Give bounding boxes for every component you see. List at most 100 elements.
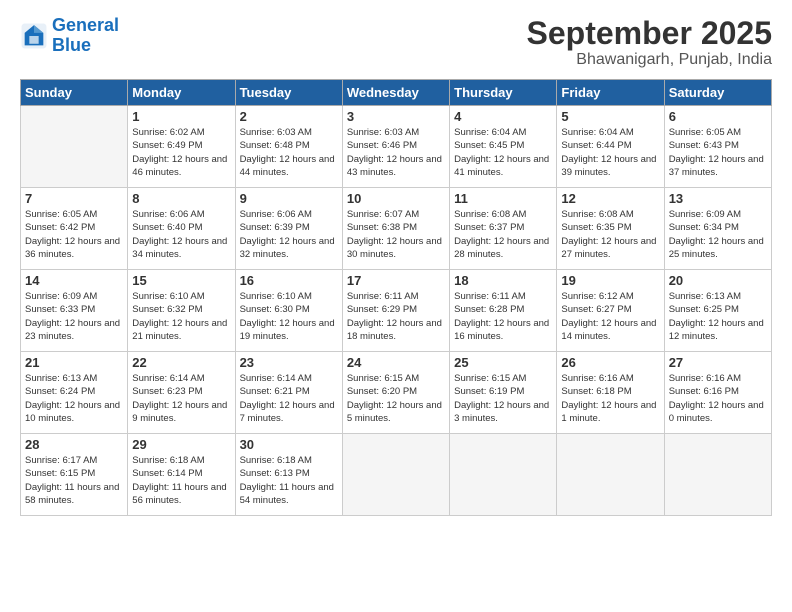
- day-number: 23: [240, 355, 338, 370]
- week-row-4: 28Sunrise: 6:17 AMSunset: 6:15 PMDayligh…: [21, 434, 772, 516]
- day-number: 19: [561, 273, 659, 288]
- calendar-cell: [450, 434, 557, 516]
- header-cell-monday: Monday: [128, 80, 235, 106]
- day-number: 4: [454, 109, 552, 124]
- day-number: 26: [561, 355, 659, 370]
- calendar-cell: 4 Sunrise: 6:04 AMSunset: 6:45 PMDaylight…: [450, 106, 557, 188]
- calendar-cell: [557, 434, 664, 516]
- cell-info: Sunrise: 6:07 AMSunset: 6:38 PMDaylight:…: [347, 208, 445, 261]
- day-number: 16: [240, 273, 338, 288]
- header-cell-sunday: Sunday: [21, 80, 128, 106]
- cell-info: Sunrise: 6:16 AMSunset: 6:18 PMDaylight:…: [561, 372, 659, 425]
- calendar-cell: 15 Sunrise: 6:10 AMSunset: 6:32 PMDayligh…: [128, 270, 235, 352]
- logo-text: General Blue: [52, 16, 119, 56]
- cell-info: Sunrise: 6:05 AMSunset: 6:42 PMDaylight:…: [25, 208, 123, 261]
- cell-info: Sunrise: 6:16 AMSunset: 6:16 PMDaylight:…: [669, 372, 767, 425]
- calendar-cell: 2 Sunrise: 6:03 AMSunset: 6:48 PMDaylight…: [235, 106, 342, 188]
- calendar-cell: 12Sunrise: 6:08 AMSunset: 6:35 PMDayligh…: [557, 188, 664, 270]
- day-number: 30: [240, 437, 338, 452]
- cell-info: Sunrise: 6:10 AMSunset: 6:30 PMDaylight:…: [240, 290, 338, 343]
- day-number: 1: [132, 109, 230, 124]
- calendar-cell: 25 Sunrise: 6:15 AMSunset: 6:19 PMDayligh…: [450, 352, 557, 434]
- logo-icon: [20, 22, 48, 50]
- day-number: 11: [454, 191, 552, 206]
- month-title: September 2025: [527, 16, 772, 51]
- day-number: 9: [240, 191, 338, 206]
- calendar-cell: 5 Sunrise: 6:04 AMSunset: 6:44 PMDaylight…: [557, 106, 664, 188]
- page: General Blue September 2025 Bhawanigarh,…: [0, 0, 792, 612]
- calendar-table: SundayMondayTuesdayWednesdayThursdayFrid…: [20, 79, 772, 516]
- header-cell-saturday: Saturday: [664, 80, 771, 106]
- cell-info: Sunrise: 6:13 AMSunset: 6:25 PMDaylight:…: [669, 290, 767, 343]
- cell-info: Sunrise: 6:03 AMSunset: 6:46 PMDaylight:…: [347, 126, 445, 179]
- calendar-cell: 11 Sunrise: 6:08 AMSunset: 6:37 PMDayligh…: [450, 188, 557, 270]
- header-row: SundayMondayTuesdayWednesdayThursdayFrid…: [21, 80, 772, 106]
- cell-info: Sunrise: 6:14 AMSunset: 6:23 PMDaylight:…: [132, 372, 230, 425]
- calendar-cell: 23 Sunrise: 6:14 AMSunset: 6:21 PMDayligh…: [235, 352, 342, 434]
- day-number: 13: [669, 191, 767, 206]
- calendar-cell: 16 Sunrise: 6:10 AMSunset: 6:30 PMDayligh…: [235, 270, 342, 352]
- day-number: 29: [132, 437, 230, 452]
- week-row-0: 1 Sunrise: 6:02 AMSunset: 6:49 PMDaylight…: [21, 106, 772, 188]
- cell-info: Sunrise: 6:03 AMSunset: 6:48 PMDaylight:…: [240, 126, 338, 179]
- day-number: 7: [25, 191, 123, 206]
- day-number: 8: [132, 191, 230, 206]
- header-cell-friday: Friday: [557, 80, 664, 106]
- cell-info: Sunrise: 6:13 AMSunset: 6:24 PMDaylight:…: [25, 372, 123, 425]
- header: General Blue September 2025 Bhawanigarh,…: [20, 16, 772, 69]
- calendar-cell: 8 Sunrise: 6:06 AMSunset: 6:40 PMDaylight…: [128, 188, 235, 270]
- cell-info: Sunrise: 6:14 AMSunset: 6:21 PMDaylight:…: [240, 372, 338, 425]
- week-row-1: 7 Sunrise: 6:05 AMSunset: 6:42 PMDaylight…: [21, 188, 772, 270]
- calendar-cell: 21 Sunrise: 6:13 AMSunset: 6:24 PMDayligh…: [21, 352, 128, 434]
- calendar-cell: 7 Sunrise: 6:05 AMSunset: 6:42 PMDaylight…: [21, 188, 128, 270]
- day-number: 17: [347, 273, 445, 288]
- cell-info: Sunrise: 6:18 AMSunset: 6:13 PMDaylight:…: [240, 454, 338, 507]
- day-number: 20: [669, 273, 767, 288]
- day-number: 15: [132, 273, 230, 288]
- calendar-cell: 17Sunrise: 6:11 AMSunset: 6:29 PMDayligh…: [342, 270, 449, 352]
- day-number: 3: [347, 109, 445, 124]
- week-row-2: 14Sunrise: 6:09 AMSunset: 6:33 PMDayligh…: [21, 270, 772, 352]
- day-number: 24: [347, 355, 445, 370]
- cell-info: Sunrise: 6:17 AMSunset: 6:15 PMDaylight:…: [25, 454, 123, 507]
- calendar-cell: 24 Sunrise: 6:15 AMSunset: 6:20 PMDayligh…: [342, 352, 449, 434]
- day-number: 27: [669, 355, 767, 370]
- calendar-cell: 22 Sunrise: 6:14 AMSunset: 6:23 PMDayligh…: [128, 352, 235, 434]
- cell-info: Sunrise: 6:08 AMSunset: 6:37 PMDaylight:…: [454, 208, 552, 261]
- day-number: 22: [132, 355, 230, 370]
- calendar-cell: 26 Sunrise: 6:16 AMSunset: 6:18 PMDayligh…: [557, 352, 664, 434]
- location-title: Bhawanigarh, Punjab, India: [527, 51, 772, 69]
- cell-info: Sunrise: 6:04 AMSunset: 6:45 PMDaylight:…: [454, 126, 552, 179]
- calendar-cell: 9Sunrise: 6:06 AMSunset: 6:39 PMDaylight…: [235, 188, 342, 270]
- calendar-cell: [664, 434, 771, 516]
- cell-info: Sunrise: 6:08 AMSunset: 6:35 PMDaylight:…: [561, 208, 659, 261]
- cell-info: Sunrise: 6:15 AMSunset: 6:19 PMDaylight:…: [454, 372, 552, 425]
- calendar-cell: 29 Sunrise: 6:18 AMSunset: 6:14 PMDayligh…: [128, 434, 235, 516]
- cell-info: Sunrise: 6:12 AMSunset: 6:27 PMDaylight:…: [561, 290, 659, 343]
- calendar-cell: 3 Sunrise: 6:03 AMSunset: 6:46 PMDaylight…: [342, 106, 449, 188]
- cell-info: Sunrise: 6:06 AMSunset: 6:40 PMDaylight:…: [132, 208, 230, 261]
- calendar-cell: 18Sunrise: 6:11 AMSunset: 6:28 PMDayligh…: [450, 270, 557, 352]
- week-row-3: 21 Sunrise: 6:13 AMSunset: 6:24 PMDayligh…: [21, 352, 772, 434]
- day-number: 21: [25, 355, 123, 370]
- day-number: 18: [454, 273, 552, 288]
- header-cell-tuesday: Tuesday: [235, 80, 342, 106]
- calendar-cell: [21, 106, 128, 188]
- day-number: 2: [240, 109, 338, 124]
- cell-info: Sunrise: 6:10 AMSunset: 6:32 PMDaylight:…: [132, 290, 230, 343]
- calendar-cell: 27 Sunrise: 6:16 AMSunset: 6:16 PMDayligh…: [664, 352, 771, 434]
- day-number: 25: [454, 355, 552, 370]
- cell-info: Sunrise: 6:04 AMSunset: 6:44 PMDaylight:…: [561, 126, 659, 179]
- cell-info: Sunrise: 6:18 AMSunset: 6:14 PMDaylight:…: [132, 454, 230, 507]
- header-cell-thursday: Thursday: [450, 80, 557, 106]
- calendar-cell: 10Sunrise: 6:07 AMSunset: 6:38 PMDayligh…: [342, 188, 449, 270]
- calendar-cell: 28Sunrise: 6:17 AMSunset: 6:15 PMDayligh…: [21, 434, 128, 516]
- calendar-cell: 20 Sunrise: 6:13 AMSunset: 6:25 PMDayligh…: [664, 270, 771, 352]
- calendar-cell: 6Sunrise: 6:05 AMSunset: 6:43 PMDaylight…: [664, 106, 771, 188]
- calendar-cell: [342, 434, 449, 516]
- logo-area: General Blue: [20, 16, 119, 56]
- cell-info: Sunrise: 6:05 AMSunset: 6:43 PMDaylight:…: [669, 126, 767, 179]
- cell-info: Sunrise: 6:15 AMSunset: 6:20 PMDaylight:…: [347, 372, 445, 425]
- day-number: 5: [561, 109, 659, 124]
- cell-info: Sunrise: 6:02 AMSunset: 6:49 PMDaylight:…: [132, 126, 230, 179]
